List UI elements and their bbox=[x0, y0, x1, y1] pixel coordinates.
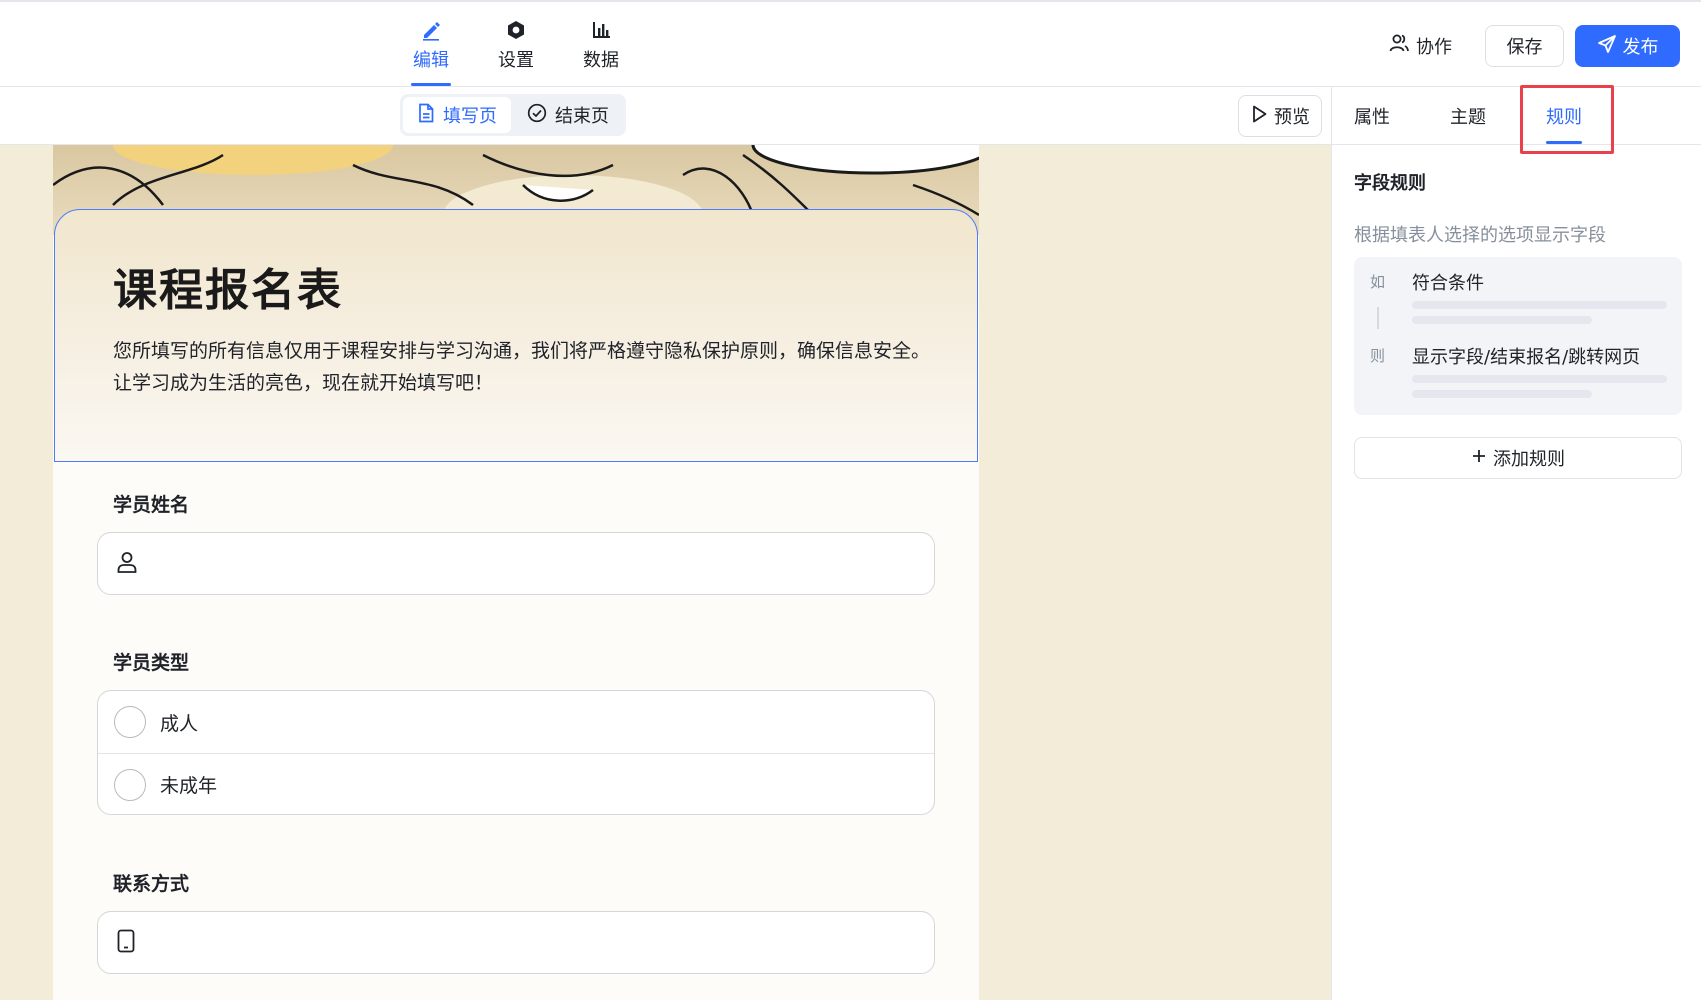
segment-end-page[interactable]: 结束页 bbox=[513, 97, 623, 133]
bar-chart-icon bbox=[589, 18, 613, 42]
radio-button[interactable] bbox=[114, 706, 146, 738]
phone-icon bbox=[116, 929, 136, 957]
section-description: 根据填表人选择的选项显示字段 bbox=[1354, 225, 1606, 246]
panel-tabs: 属性 主题 规则 bbox=[1332, 85, 1701, 154]
radio-option-minor[interactable]: 未成年 bbox=[98, 753, 934, 814]
form-description[interactable]: 您所填写的所有信息仅用于课程安排与学习沟通，我们将严格遵守隐私保护原则，确保信息… bbox=[113, 335, 933, 399]
rule-if-key: 如 bbox=[1370, 273, 1386, 291]
people-icon bbox=[1388, 32, 1410, 59]
segment-fill-page[interactable]: 填写页 bbox=[403, 97, 511, 133]
sub-bar: 填写页 结束页 预览 bbox=[0, 87, 1331, 145]
placeholder-bar bbox=[1412, 390, 1592, 398]
pen-icon bbox=[419, 18, 443, 42]
person-icon bbox=[116, 550, 138, 578]
name-input[interactable] bbox=[97, 532, 935, 595]
document-icon bbox=[417, 103, 435, 128]
radio-option-label: 成人 bbox=[160, 712, 199, 735]
rule-then-text: 显示字段/结束报名/跳转网页 bbox=[1412, 347, 1641, 368]
tab-edit-underline bbox=[411, 83, 451, 86]
right-panel: 属性 主题 规则 字段规则 根据填表人选择的选项显示字段 如 符合条件 则 显示… bbox=[1331, 85, 1701, 1000]
play-icon bbox=[1250, 104, 1268, 129]
field-label-name: 学员姓名 bbox=[113, 494, 190, 516]
check-circle-icon bbox=[527, 103, 547, 128]
radio-button[interactable] bbox=[114, 768, 146, 801]
placeholder-bar bbox=[1412, 375, 1667, 383]
student-type-radio-group: 成人 未成年 bbox=[97, 690, 935, 815]
tab-settings-label: 设置 bbox=[498, 50, 534, 71]
preview-label: 预览 bbox=[1274, 107, 1310, 128]
add-rule-button[interactable]: 添加规则 bbox=[1354, 437, 1682, 479]
add-rule-label: 添加规则 bbox=[1493, 449, 1565, 470]
collaborate-button[interactable]: 协作 bbox=[1388, 32, 1452, 59]
section-title: 字段规则 bbox=[1354, 173, 1426, 194]
tab-properties[interactable]: 属性 bbox=[1354, 103, 1390, 129]
tab-data-label: 数据 bbox=[583, 50, 619, 71]
connector-line bbox=[1377, 307, 1379, 329]
tab-theme[interactable]: 主题 bbox=[1450, 103, 1486, 129]
rule-then-key: 则 bbox=[1370, 347, 1386, 365]
form-title[interactable]: 课程报名表 bbox=[113, 254, 343, 318]
collaborate-label: 协作 bbox=[1416, 36, 1452, 58]
tab-data[interactable]: 数据 bbox=[573, 18, 629, 72]
rule-if-text: 符合条件 bbox=[1412, 273, 1484, 294]
save-button[interactable]: 保存 bbox=[1485, 25, 1564, 67]
rule-card[interactable]: 如 符合条件 则 显示字段/结束报名/跳转网页 bbox=[1354, 257, 1682, 415]
tab-edit[interactable]: 编辑 bbox=[403, 18, 459, 86]
publish-button[interactable]: 发布 bbox=[1575, 25, 1680, 67]
plus-icon bbox=[1471, 448, 1487, 469]
publish-label: 发布 bbox=[1622, 37, 1659, 58]
form-header[interactable]: 课程报名表 您所填写的所有信息仅用于课程安排与学习沟通，我们将严格遵守隐私保护原… bbox=[54, 209, 978, 462]
radio-option-adult[interactable]: 成人 bbox=[98, 691, 934, 753]
tab-settings[interactable]: 设置 bbox=[488, 18, 544, 72]
segment-end-page-label: 结束页 bbox=[555, 106, 609, 127]
placeholder-bar bbox=[1412, 316, 1592, 324]
form-canvas: 课程报名表 您所填写的所有信息仅用于课程安排与学习沟通，我们将严格遵守隐私保护原… bbox=[0, 145, 1331, 1000]
preview-button[interactable]: 预览 bbox=[1238, 95, 1322, 137]
top-bar: 编辑 设置 数据 协作 保存 发布 bbox=[0, 0, 1701, 87]
page-switcher: 填写页 结束页 bbox=[400, 94, 626, 136]
segment-fill-page-label: 填写页 bbox=[443, 106, 497, 127]
placeholder-bar bbox=[1412, 301, 1667, 309]
radio-option-label: 未成年 bbox=[160, 775, 218, 797]
tab-edit-label: 编辑 bbox=[413, 50, 449, 71]
send-icon bbox=[1597, 34, 1617, 59]
field-label-type: 学员类型 bbox=[113, 652, 190, 674]
contact-input[interactable] bbox=[97, 911, 935, 974]
highlight-annotation-box bbox=[1520, 85, 1614, 154]
gear-icon bbox=[504, 18, 528, 42]
field-label-contact: 联系方式 bbox=[113, 873, 190, 895]
form-card: 课程报名表 您所填写的所有信息仅用于课程安排与学习沟通，我们将严格遵守隐私保护原… bbox=[53, 145, 979, 1000]
